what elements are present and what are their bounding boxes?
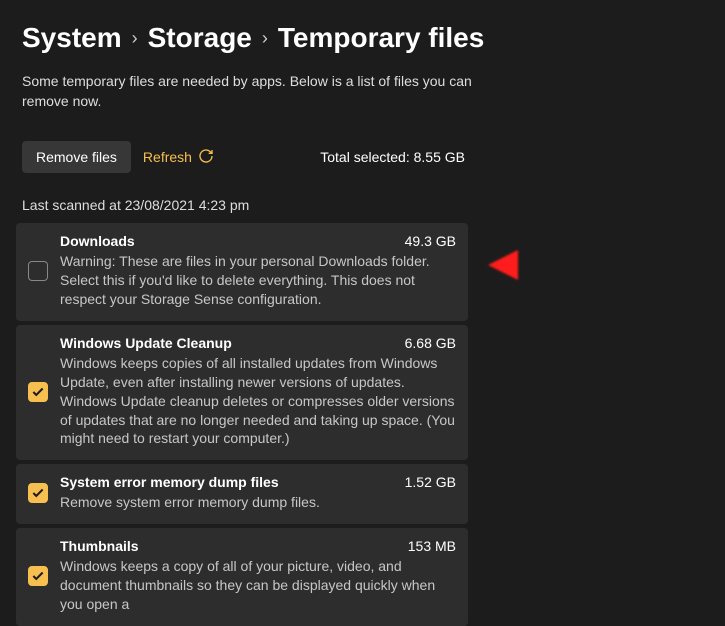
item-description: Windows keeps a copy of all of your pict… (60, 557, 456, 614)
total-selected-label: Total selected: 8.55 GB (320, 149, 703, 165)
item-title: Thumbnails (60, 538, 139, 554)
checkbox-downloads[interactable] (28, 261, 48, 281)
breadcrumb: System › Storage › Temporary files (0, 0, 725, 72)
last-scanned-label: Last scanned at 23/08/2021 4:23 pm (0, 187, 725, 223)
item-downloads[interactable]: Downloads 49.3 GB Warning: These are fil… (16, 223, 468, 321)
item-content: Downloads 49.3 GB Warning: These are fil… (60, 233, 456, 309)
breadcrumb-system[interactable]: System (22, 22, 122, 54)
item-size: 153 MB (408, 538, 456, 554)
item-windows-update-cleanup[interactable]: Windows Update Cleanup 6.68 GB Windows k… (16, 325, 468, 460)
item-system-error-dump[interactable]: System error memory dump files 1.52 GB R… (16, 464, 468, 524)
items-list: Downloads 49.3 GB Warning: These are fil… (0, 223, 725, 626)
refresh-link[interactable]: Refresh (143, 148, 214, 167)
item-title: System error memory dump files (60, 474, 279, 490)
item-size: 49.3 GB (405, 233, 456, 249)
actions-row: Remove files Refresh Total selected: 8.5… (0, 111, 725, 187)
item-size: 6.68 GB (405, 335, 456, 351)
item-description: Remove system error memory dump files. (60, 493, 456, 512)
chevron-right-icon: › (262, 28, 268, 49)
checkbox-thumbnails[interactable] (28, 566, 48, 586)
refresh-label: Refresh (143, 149, 192, 165)
refresh-icon (198, 148, 214, 167)
checkbox-system-error-dump[interactable] (28, 483, 48, 503)
item-thumbnails[interactable]: Thumbnails 153 MB Windows keeps a copy o… (16, 528, 468, 626)
breadcrumb-storage[interactable]: Storage (148, 22, 252, 54)
checkbox-windows-update-cleanup[interactable] (28, 382, 48, 402)
item-title: Downloads (60, 233, 135, 249)
breadcrumb-temporary-files: Temporary files (278, 22, 484, 54)
item-description: Windows keeps copies of all installed up… (60, 354, 456, 448)
item-content: System error memory dump files 1.52 GB R… (60, 474, 456, 512)
item-title: Windows Update Cleanup (60, 335, 232, 351)
item-content: Thumbnails 153 MB Windows keeps a copy o… (60, 538, 456, 614)
item-size: 1.52 GB (405, 474, 456, 490)
remove-files-button[interactable]: Remove files (22, 141, 131, 173)
item-content: Windows Update Cleanup 6.68 GB Windows k… (60, 335, 456, 448)
chevron-right-icon: › (132, 28, 138, 49)
item-description: Warning: These are files in your persona… (60, 252, 456, 309)
page-description: Some temporary files are needed by apps.… (0, 72, 500, 111)
